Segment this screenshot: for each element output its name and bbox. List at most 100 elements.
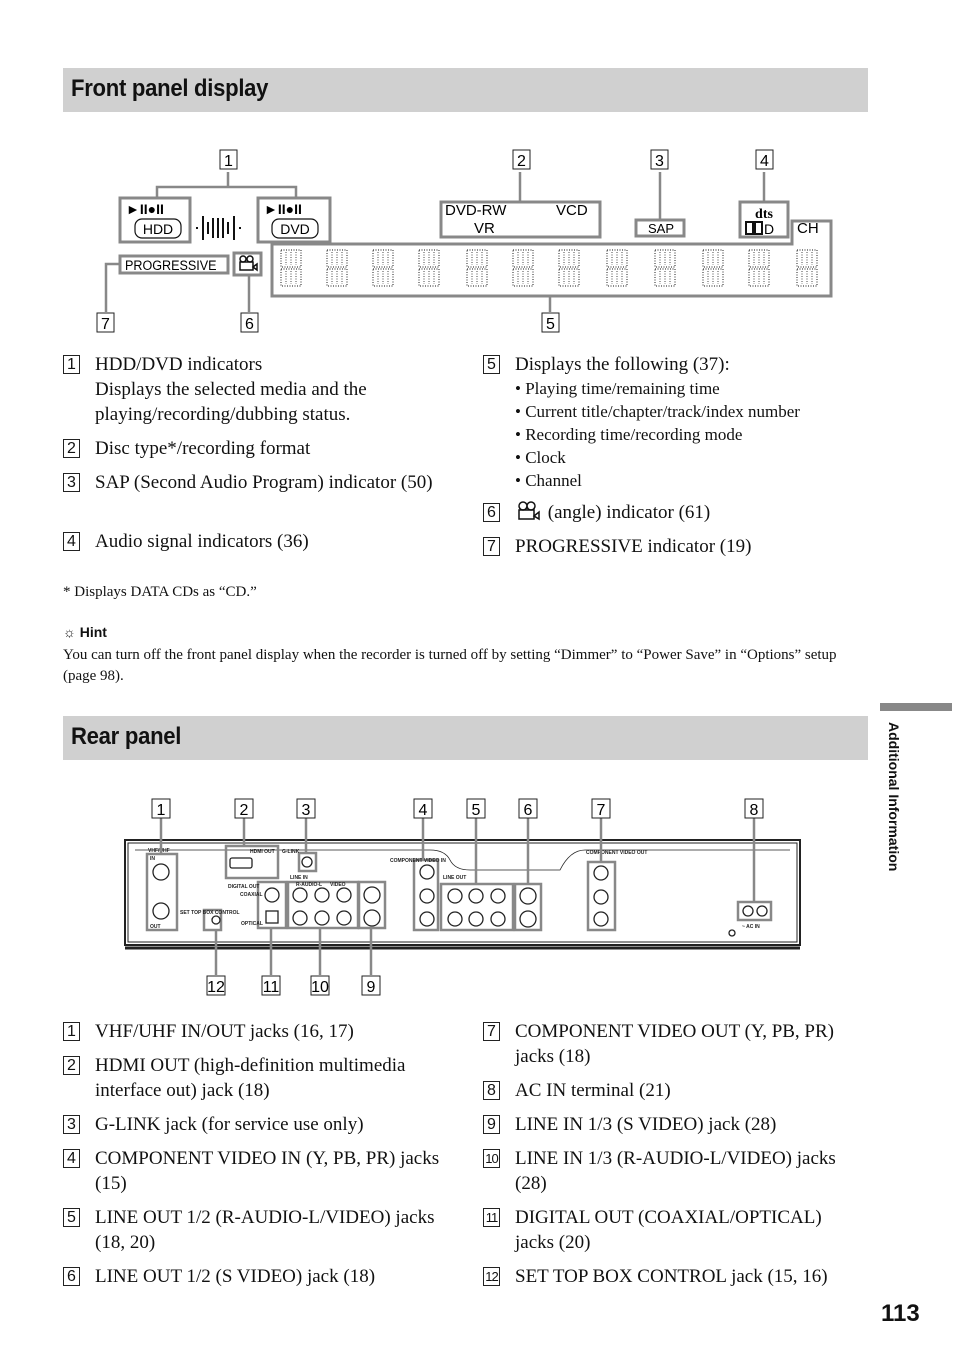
rear-item-3: 3 G-LINK jack (for service use only) <box>63 1112 463 1137</box>
section-title: Rear panel <box>71 723 182 750</box>
callout-5: 5 <box>541 312 560 333</box>
svg-text:4: 4 <box>760 153 769 170</box>
svg-text:R-AUDIO-L: R-AUDIO-L <box>296 882 322 888</box>
disc-type-vr: VR <box>474 220 495 237</box>
digit-cell <box>466 249 488 287</box>
svg-text:OUT: OUT <box>150 924 161 930</box>
svg-text:SET TOP BOX CONTROL: SET TOP BOX CONTROL <box>180 910 240 916</box>
callout-4: 4 <box>755 149 774 170</box>
progressive-label: PROGRESSIVE <box>125 257 217 273</box>
svg-text:11: 11 <box>263 979 280 996</box>
svg-text:VHF/UHF: VHF/UHF <box>148 848 170 854</box>
svg-text:9: 9 <box>367 979 376 996</box>
svg-text:2: 2 <box>240 802 249 819</box>
rear-item-6: 6 LINE OUT 1/2 (S VIDEO) jack (18) <box>63 1264 463 1289</box>
rear-item-8: 8 AC IN terminal (21) <box>483 1078 883 1103</box>
callout-3: 9 <box>361 975 381 996</box>
svg-text:COMPONENT VIDEO IN: COMPONENT VIDEO IN <box>390 858 446 864</box>
hint-text: You can turn off the front panel display… <box>63 647 837 684</box>
dvd-status-icons: ►II●II <box>264 201 302 217</box>
rear-item-11: 11 DIGITAL OUT (COAXIAL/OPTICAL) jacks (2… <box>483 1205 883 1255</box>
rear-item-2: 2 HDMI OUT (high-definition multimedia in… <box>63 1053 463 1103</box>
rear-item-1: 1 VHF/UHF IN/OUT jacks (16, 17) <box>63 1019 463 1044</box>
callout-5: 6 <box>518 798 538 819</box>
dvd-label: DVD <box>280 221 310 237</box>
svg-text:6: 6 <box>524 802 533 819</box>
callout-1: 2 <box>234 798 254 819</box>
callout-1: 1 <box>219 149 238 170</box>
rear-item-7: 7 COMPONENT VIDEO OUT (Y, PB, PR) jacks (… <box>483 1019 883 1069</box>
front-panel-diagram: 1 2 3 4 5 6 7 ►II●II HDD ►II●II DVD DVD-… <box>96 149 833 333</box>
svg-text:DIGITAL OUT: DIGITAL OUT <box>228 884 259 890</box>
angle-icon <box>518 501 540 521</box>
callout-0: 12 <box>206 975 226 996</box>
svg-text:5: 5 <box>472 802 481 819</box>
hint-heading: ☼ Hint <box>63 624 107 640</box>
svg-text:D: D <box>764 221 774 237</box>
callout-3: 4 <box>413 798 433 819</box>
digit-cell <box>280 249 302 287</box>
hdd-label: HDD <box>143 221 173 237</box>
svg-text:LINE IN: LINE IN <box>290 875 308 881</box>
digit-cell <box>418 249 440 287</box>
callout-3: 3 <box>650 149 669 170</box>
callout-2: 2 <box>512 149 531 170</box>
callout-7: 8 <box>744 798 764 819</box>
callout-7: 7 <box>96 312 115 333</box>
digit-cell <box>796 249 818 287</box>
dolby-digital-icon: D <box>745 221 774 237</box>
svg-text:1: 1 <box>224 153 233 170</box>
item-desc: Displays the selected media and the play… <box>95 379 367 425</box>
svg-text:10: 10 <box>311 979 329 996</box>
page-number: 113 <box>881 1300 920 1327</box>
digit-cell <box>558 249 580 287</box>
rear-item-12: 12 SET TOP BOX CONTROL jack (15, 16) <box>483 1264 883 1289</box>
disc-type-vcd: VCD <box>556 202 588 219</box>
rear-item-10: 10 LINE IN 1/3 (R-AUDIO-L/VIDEO) jacks (2… <box>483 1146 883 1196</box>
segment-display <box>280 249 818 287</box>
svg-text:COAXIAL: COAXIAL <box>240 892 263 898</box>
svg-text:5: 5 <box>546 316 555 333</box>
digit-cell <box>512 249 534 287</box>
svg-text:1: 1 <box>157 802 166 819</box>
svg-text:HDMI OUT: HDMI OUT <box>250 849 275 855</box>
callout-2: 10 <box>310 975 330 996</box>
callout-0: 1 <box>151 798 171 819</box>
digit-cell <box>372 249 394 287</box>
side-tab-label: Additional Information <box>886 722 902 872</box>
rear-item-9: 9 LINE IN 1/3 (S VIDEO) jack (28) <box>483 1112 883 1137</box>
callout-2: 3 <box>296 798 316 819</box>
item-title: HDD/DVD indicators <box>95 354 263 375</box>
rear-item-4: 4 COMPONENT VIDEO IN (Y, PB, PR) jacks (1… <box>63 1146 463 1196</box>
dts-logo: dts <box>755 207 773 222</box>
svg-text:G-LINK: G-LINK <box>282 849 300 855</box>
dubbing-indicator-icon <box>196 216 241 240</box>
svg-text:~ AC IN: ~ AC IN <box>742 924 760 930</box>
svg-text:7: 7 <box>101 316 110 333</box>
digit-cell <box>654 249 676 287</box>
svg-text:4: 4 <box>419 802 428 819</box>
ch-label: CH <box>797 220 819 237</box>
rear-item-5: 5 LINE OUT 1/2 (R-AUDIO-L/VIDEO) jacks (1… <box>63 1205 463 1255</box>
svg-text:LINE OUT: LINE OUT <box>443 875 466 881</box>
section-header-rear-panel: Rear panel <box>63 716 868 760</box>
digit-cell <box>702 249 724 287</box>
callout-4: 5 <box>466 798 486 819</box>
svg-text:6: 6 <box>245 316 254 333</box>
callout-1: 11 <box>261 975 281 996</box>
rear-panel-diagram: VHF/UHF IN OUT HDMI OUT G-LINK DIGITAL O… <box>124 798 801 996</box>
callout-6: 7 <box>591 798 611 819</box>
digit-cell <box>748 249 770 287</box>
item-5-bullets: Playing time/remaining time Current titl… <box>515 377 895 492</box>
digit-cell <box>326 249 348 287</box>
angle-icon <box>239 255 258 272</box>
callout-6: 6 <box>240 312 259 333</box>
svg-text:8: 8 <box>750 802 759 819</box>
svg-text:3: 3 <box>302 802 311 819</box>
svg-text:OPTICAL: OPTICAL <box>241 921 263 927</box>
svg-text:7: 7 <box>597 802 606 819</box>
svg-text:12: 12 <box>207 979 225 996</box>
svg-text:2: 2 <box>517 153 526 170</box>
digit-cell <box>606 249 628 287</box>
svg-text:VIDEO: VIDEO <box>330 882 346 888</box>
